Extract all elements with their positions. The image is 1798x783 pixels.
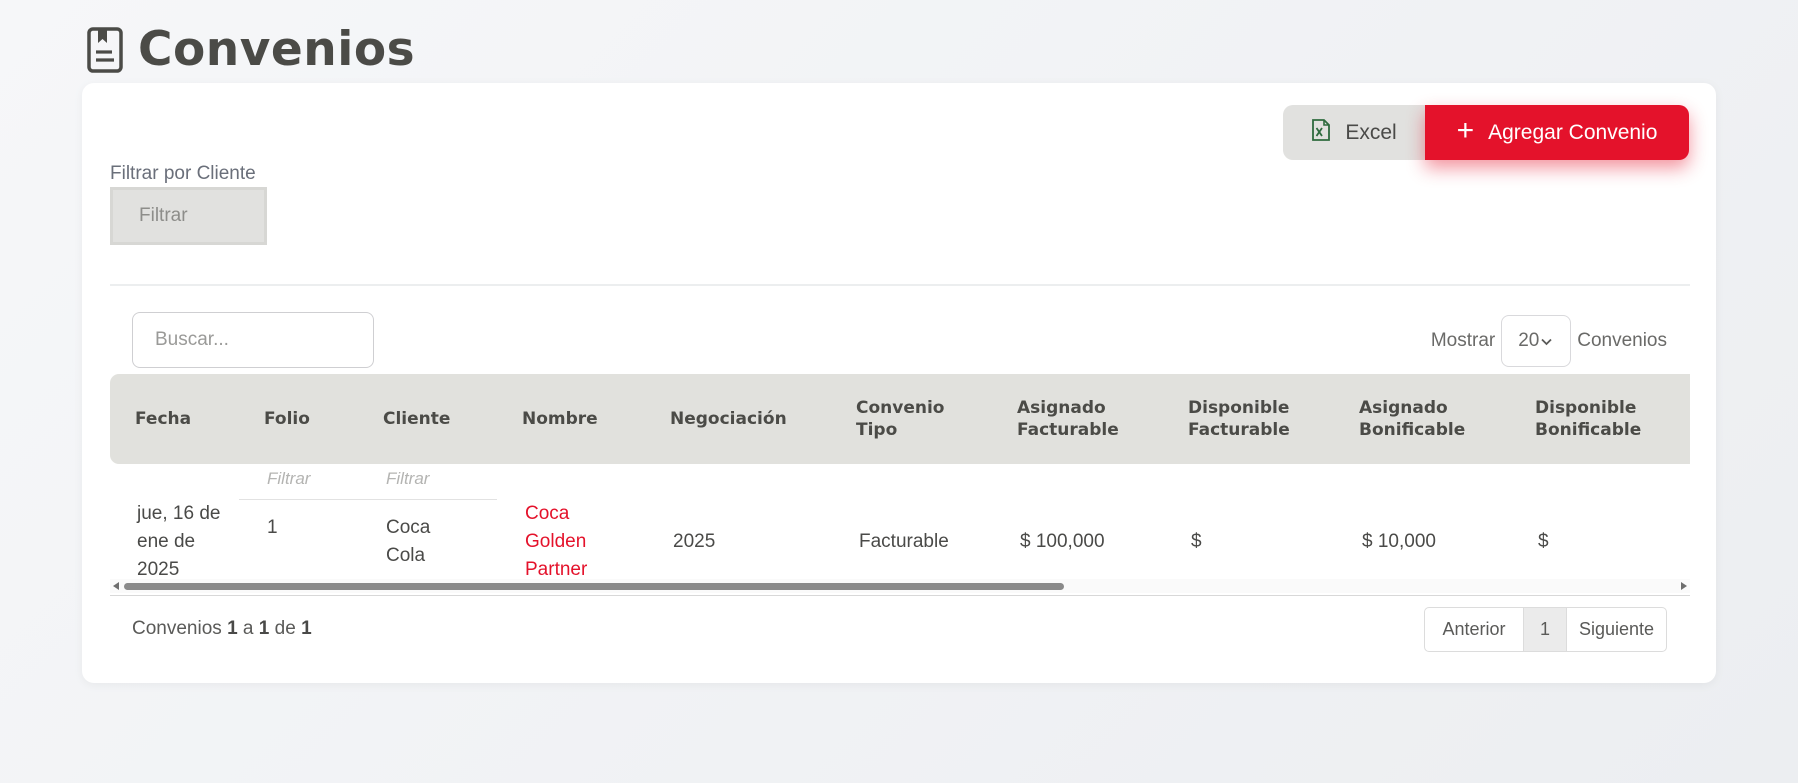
main-card: Excel + Agregar Convenio Filtrar por Cli… <box>82 83 1716 683</box>
info-from: 1 <box>227 618 238 639</box>
column-header-cliente[interactable]: Cliente <box>383 374 450 464</box>
add-convenio-button[interactable]: + Agregar Convenio <box>1425 105 1689 160</box>
page-header: Convenios <box>86 22 415 77</box>
info-de: de <box>274 618 296 639</box>
column-header-nombre[interactable]: Nombre <box>522 374 598 464</box>
cell-disponible-bonificable: $ <box>1538 531 1549 552</box>
info-prefix: Convenios <box>132 618 222 639</box>
info-a: a <box>242 618 254 639</box>
info-to: 1 <box>258 618 270 639</box>
plus-icon: + <box>1456 114 1475 147</box>
show-suffix: Convenios <box>1577 330 1667 351</box>
horizontal-scrollbar[interactable] <box>110 579 1690 593</box>
cell-negociacion: 2025 <box>673 531 716 552</box>
scroll-left-icon[interactable] <box>113 582 119 590</box>
cell-asignado-bonificable: $ 10,000 <box>1362 531 1436 552</box>
previous-page-button[interactable]: Anterior <box>1425 608 1524 651</box>
column-header-asignado-bonificable[interactable]: Asignado Bonificable <box>1359 374 1489 464</box>
column-header-asignado-facturable[interactable]: Asignado Facturable <box>1017 374 1137 464</box>
excel-export-button[interactable]: Excel <box>1283 105 1425 160</box>
scroll-right-icon[interactable] <box>1681 582 1687 590</box>
column-header-disponible-bonificable[interactable]: Disponible Bonificable <box>1535 374 1665 464</box>
excel-file-icon <box>1311 118 1331 147</box>
next-page-button[interactable]: Siguiente <box>1567 608 1666 651</box>
toolbar: Excel + Agregar Convenio <box>1283 105 1689 160</box>
cell-asignado-facturable: $ 100,000 <box>1020 531 1105 552</box>
info-total: 1 <box>301 618 312 639</box>
folio-column-filter[interactable]: Filtrar <box>267 469 310 489</box>
scrollbar-thumb[interactable] <box>124 583 1064 590</box>
table-header: Fecha Folio Cliente Nombre Negociación C… <box>110 374 1690 464</box>
pagination: Anterior 1 Siguiente <box>1424 607 1667 652</box>
page-title: Convenios <box>138 22 416 77</box>
client-filter-input[interactable]: Filtrar <box>110 187 267 245</box>
table-info: Convenios 1 a 1 de 1 <box>132 618 312 640</box>
show-label: Mostrar <box>1430 330 1496 351</box>
column-header-fecha[interactable]: Fecha <box>135 374 191 464</box>
cell-cliente: Coca Cola <box>386 517 431 566</box>
page-size-select[interactable]: 20 <box>1501 315 1572 367</box>
cell-disponible-facturable: $ <box>1191 531 1202 552</box>
add-button-label: Agregar Convenio <box>1488 120 1658 144</box>
search-input[interactable]: Buscar... <box>132 312 374 368</box>
page-size-value: 20 <box>1518 330 1540 351</box>
excel-button-label: Excel <box>1345 120 1397 144</box>
divider <box>110 284 1690 286</box>
cell-folio: 1 <box>267 517 278 538</box>
chevron-down-icon <box>1541 330 1552 352</box>
cell-fecha: jue, 16 de ene de 2025 <box>137 503 221 580</box>
page-size-control: Mostrar 20 Convenios <box>1431 315 1667 367</box>
document-icon <box>86 26 124 74</box>
cell-nombre-link[interactable]: Coca Golden Partner <box>525 500 615 584</box>
column-header-folio[interactable]: Folio <box>264 374 310 464</box>
column-header-negociacion[interactable]: Negociación <box>670 374 787 464</box>
cell-tipo: Facturable <box>859 531 949 552</box>
page-number-button[interactable]: 1 <box>1524 608 1567 651</box>
table-bottom-border <box>110 595 1690 596</box>
column-header-convenio-tipo[interactable]: Convenio Tipo <box>856 374 971 464</box>
column-header-disponible-facturable[interactable]: Disponible Facturable <box>1188 374 1308 464</box>
filter-underline <box>239 499 497 500</box>
client-filter-label: Filtrar por Cliente <box>110 163 256 184</box>
cliente-column-filter[interactable]: Filtrar <box>386 469 429 489</box>
